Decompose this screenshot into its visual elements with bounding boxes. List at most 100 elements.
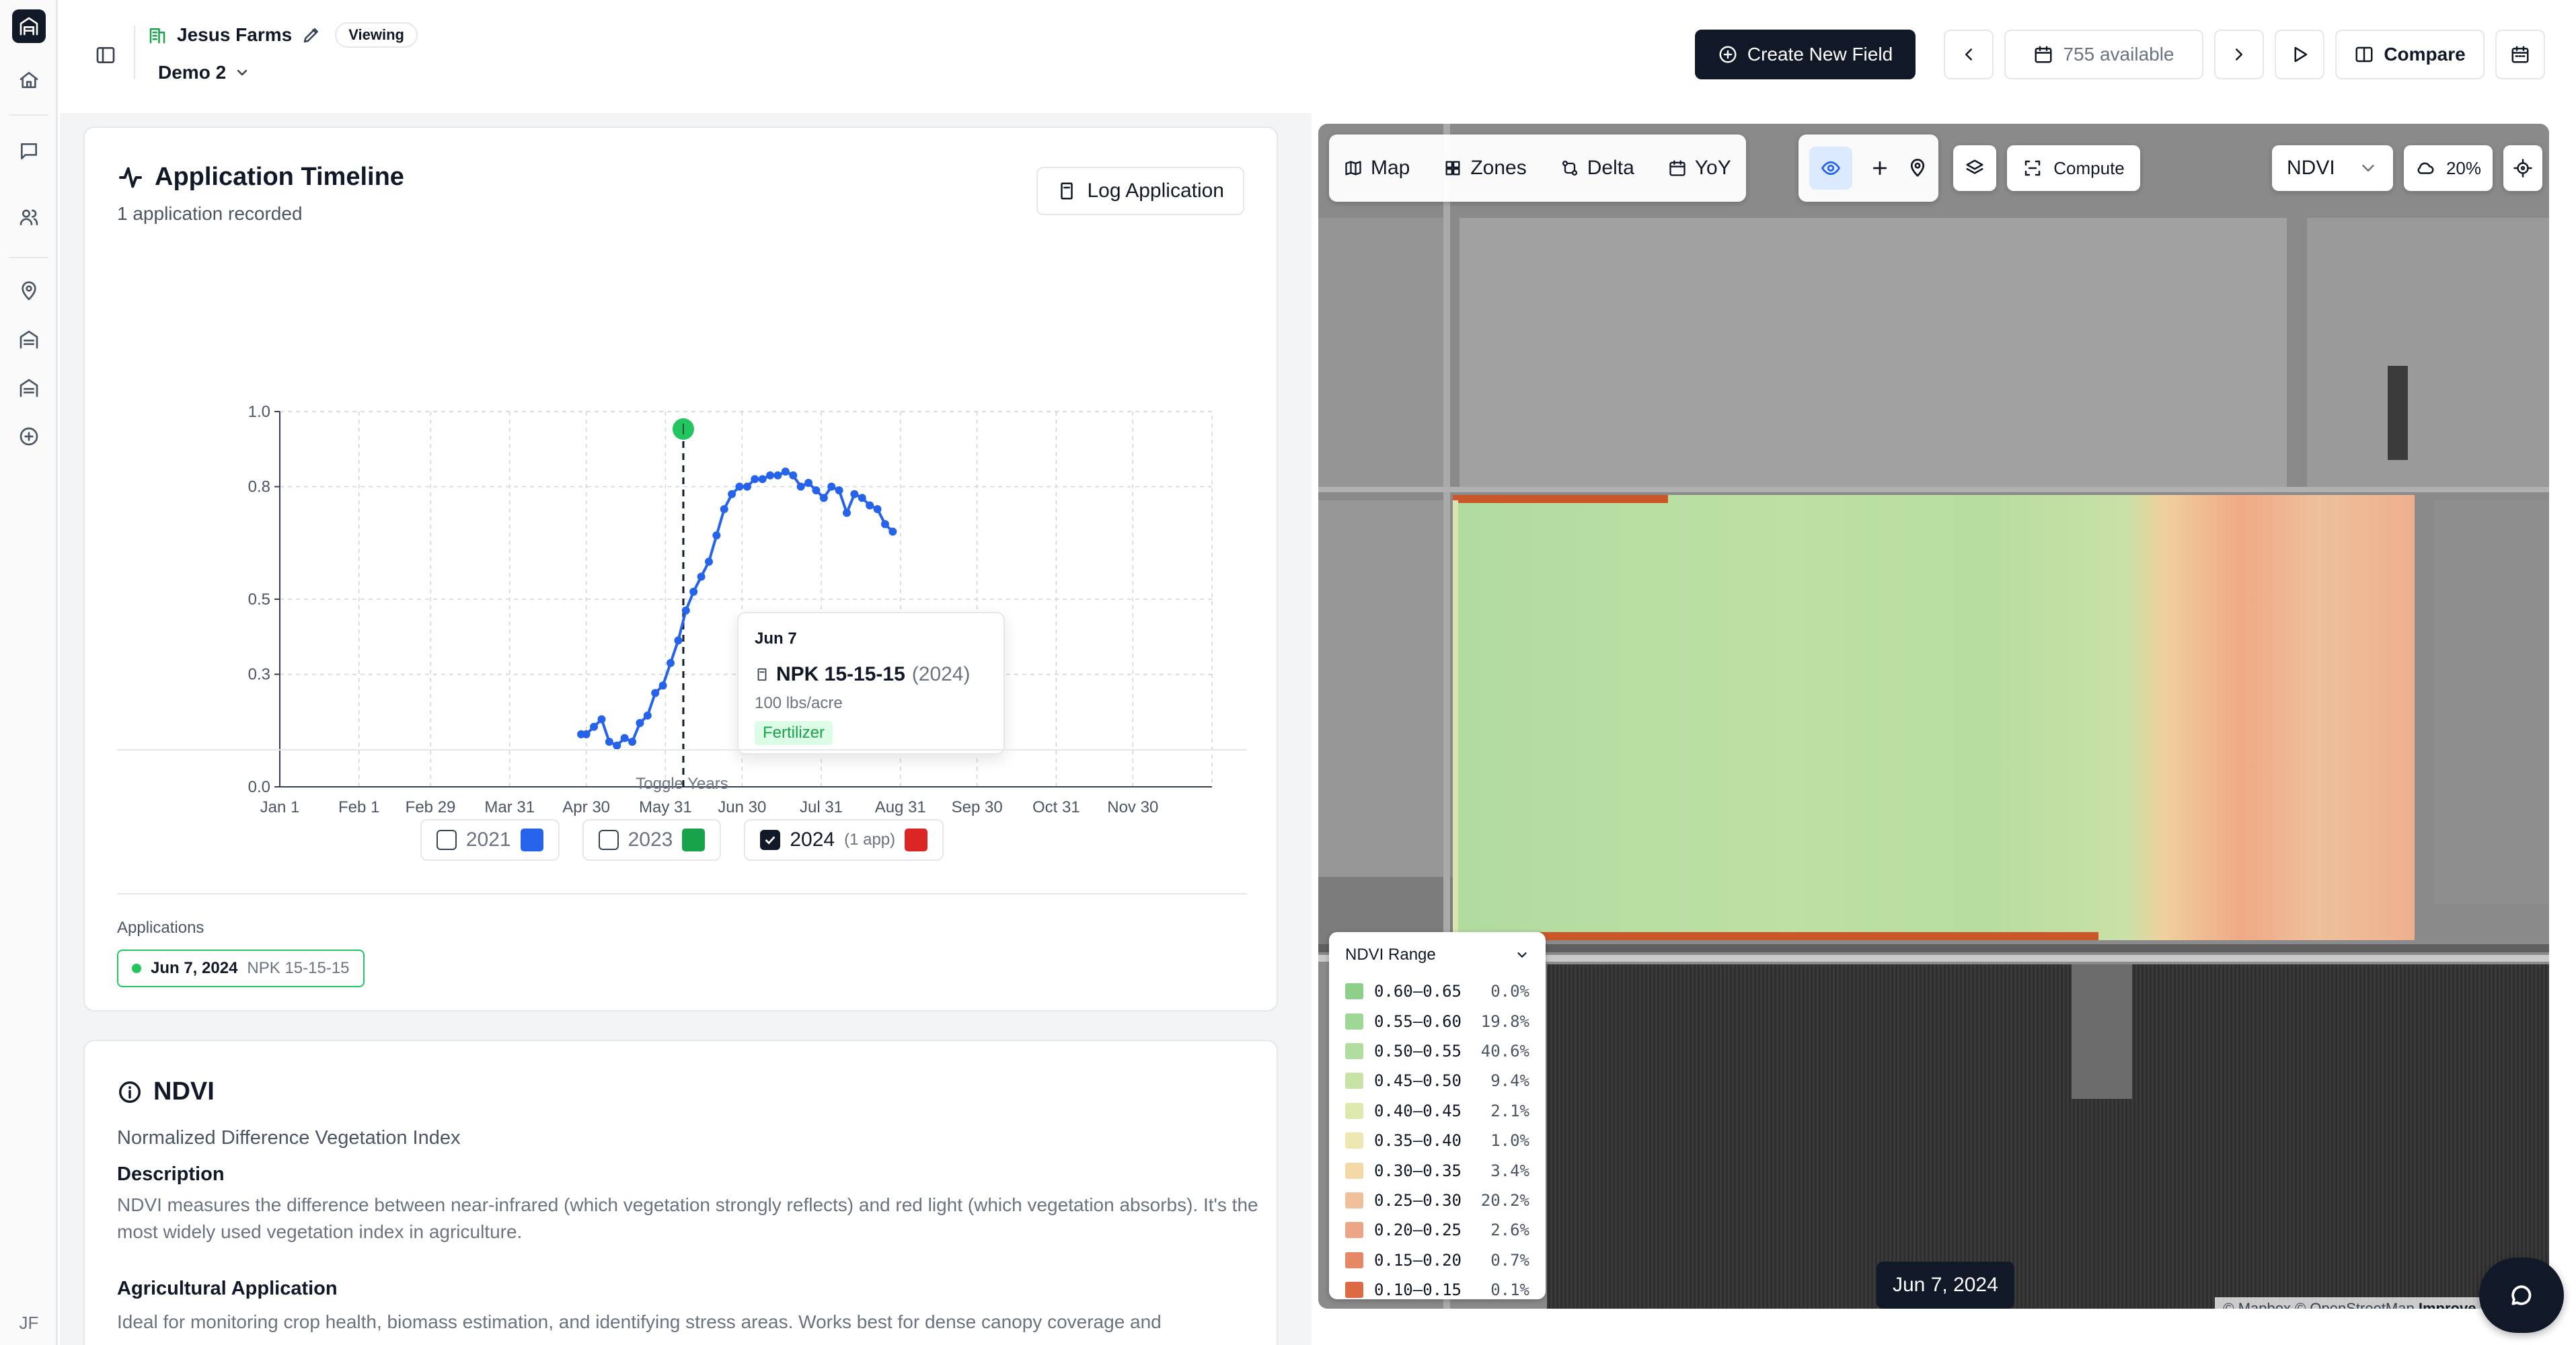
series-point xyxy=(751,475,759,484)
tab-zones-label: Zones xyxy=(1470,157,1527,179)
toggle-years-title: Toggle Years xyxy=(636,775,728,793)
chevron-right-icon xyxy=(2229,44,2249,65)
legend-swatch xyxy=(1345,1013,1363,1030)
tooltip-product-name: NPK 15-15-15 xyxy=(776,663,905,685)
pencil-icon[interactable] xyxy=(301,25,321,45)
legend-range: 0.20–0.25 xyxy=(1373,1221,1462,1240)
series-point xyxy=(590,722,599,731)
cloud-cover-value: 20% xyxy=(2446,157,2482,178)
grid-icon xyxy=(1443,159,1462,178)
map-pin-icon[interactable] xyxy=(1907,158,1928,178)
layers-button[interactable] xyxy=(1953,145,1996,191)
sidebar-toggle-icon[interactable] xyxy=(92,42,119,69)
series-point xyxy=(681,606,690,615)
series-point xyxy=(850,490,859,498)
x-tick-label: Jun 30 xyxy=(718,798,766,816)
farm-building-icon xyxy=(147,25,167,45)
legend-swatch xyxy=(1345,1162,1363,1179)
tab-yoy[interactable]: YoY xyxy=(1668,157,1731,180)
color-swatch xyxy=(905,829,928,851)
series-point xyxy=(873,505,882,514)
chevron-down-icon xyxy=(234,65,250,81)
create-field-label: Create New Field xyxy=(1747,44,1893,65)
year-label: 2024 xyxy=(790,829,835,851)
log-application-button[interactable]: Log Application xyxy=(1036,167,1244,215)
calendar-icon xyxy=(2510,44,2530,65)
timeline-title: Application Timeline xyxy=(117,163,404,192)
checkbox[interactable] xyxy=(436,830,457,850)
field-selector[interactable]: Demo 2 xyxy=(158,59,250,86)
compute-button[interactable]: Compute xyxy=(2007,145,2140,191)
map-icon xyxy=(1344,159,1363,178)
compare-button[interactable]: Compare xyxy=(2335,30,2485,79)
create-field-button[interactable]: Create New Field xyxy=(1695,30,1916,79)
plus-icon[interactable] xyxy=(1870,158,1890,178)
index-select-value: NDVI xyxy=(2287,157,2335,179)
series-point xyxy=(766,471,775,479)
scan-icon xyxy=(2022,158,2043,178)
application-chip[interactable]: Jun 7, 2024 NPK 15-15-15 xyxy=(117,950,365,987)
app-logo-icon[interactable] xyxy=(12,9,46,43)
chat-button[interactable] xyxy=(2479,1258,2564,1333)
series-point xyxy=(773,471,782,479)
map-view[interactable]: Map Zones Delta YoY Compute NDVI 20% NDV… xyxy=(1318,124,2549,1309)
mode-badge: Viewing xyxy=(335,22,418,48)
plus-circle-icon[interactable] xyxy=(12,420,46,453)
tab-zones[interactable]: Zones xyxy=(1443,157,1527,180)
legend-percent: 1.0% xyxy=(1490,1131,1529,1151)
series-point xyxy=(781,467,790,476)
date-picker-button[interactable]: 755 available xyxy=(2004,30,2203,79)
year-toggle-2021[interactable]: 2021 xyxy=(420,819,560,861)
tooltip-year: (2024) xyxy=(911,663,971,685)
visibility-toggle[interactable] xyxy=(1809,147,1852,190)
tooltip-date: Jun 7 xyxy=(755,629,797,648)
prev-date-button[interactable] xyxy=(1944,30,1994,79)
legend-row: 0.40–0.45 2.1% xyxy=(1345,1096,1529,1126)
series-point xyxy=(796,482,805,491)
series-point xyxy=(704,558,713,566)
year-toggle-2024[interactable]: 2024 (1 app) xyxy=(744,819,944,861)
checkbox-checked[interactable] xyxy=(760,830,781,850)
next-date-button[interactable] xyxy=(2214,30,2264,79)
chevron-down-icon xyxy=(1515,948,1529,962)
tooltip-product: NPK 15-15-15 (2024) xyxy=(755,663,987,686)
series-point xyxy=(651,689,660,697)
home-icon[interactable] xyxy=(12,63,46,97)
series-point xyxy=(789,471,798,479)
legend-row: 0.60–0.65 0.0% xyxy=(1345,976,1529,1006)
series-point xyxy=(666,658,675,667)
series-point xyxy=(743,482,751,491)
legend-swatch xyxy=(1345,1222,1363,1239)
plus-circle-icon xyxy=(1718,44,1738,65)
series-point xyxy=(842,508,851,517)
cloud-cover-button[interactable]: 20% xyxy=(2404,145,2493,191)
year-label: 2023 xyxy=(628,829,673,851)
play-button[interactable] xyxy=(2275,30,2324,79)
index-select[interactable]: NDVI xyxy=(2272,145,2393,191)
locate-button[interactable] xyxy=(2503,145,2542,191)
imagery-date: Jun 7, 2024 xyxy=(1877,1262,2014,1309)
tab-yoy-label: YoY xyxy=(1694,157,1731,179)
map-pin-icon[interactable] xyxy=(12,274,46,308)
user-avatar[interactable]: JF xyxy=(9,1311,48,1334)
calendar-button[interactable] xyxy=(2495,30,2545,79)
year-app-count: (1 app) xyxy=(844,831,896,849)
legend-percent: 0.1% xyxy=(1490,1280,1529,1300)
year-toggle-2023[interactable]: 2023 xyxy=(582,819,722,861)
series-point xyxy=(620,734,629,742)
legend-header[interactable]: NDVI Range xyxy=(1345,946,1529,964)
timeline-subtitle: 1 application recorded xyxy=(117,203,303,224)
tab-delta[interactable]: Delta xyxy=(1560,157,1634,180)
tab-map[interactable]: Map xyxy=(1344,157,1410,180)
legend-swatch xyxy=(1345,1192,1363,1208)
legend-range: 0.55–0.60 xyxy=(1373,1011,1462,1031)
users-icon[interactable] xyxy=(12,200,46,234)
chart-tooltip: Jun 7 NPK 15-15-15 (2024) 100 lbs/acre F… xyxy=(737,612,1005,755)
x-tick-label: Oct 31 xyxy=(1032,798,1080,816)
ndvi-legend: NDVI Range 0.60–0.65 0.0% 0.55–0.60 19.8% 0.… xyxy=(1329,932,1546,1299)
database-icon[interactable] xyxy=(12,323,46,356)
checkbox[interactable] xyxy=(598,830,619,850)
message-icon[interactable] xyxy=(12,134,46,168)
compute-label: Compute xyxy=(2053,157,2125,178)
layers-icon[interactable] xyxy=(12,371,46,405)
